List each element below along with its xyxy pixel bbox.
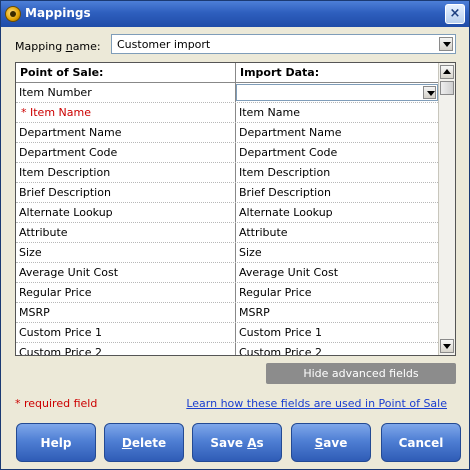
import-data-field[interactable]: Item Description — [236, 163, 440, 182]
column-header-point-of-sale: Point of Sale: — [16, 63, 236, 83]
point-of-sale-field: Alternate Lookup — [16, 203, 236, 222]
point-of-sale-field: MSRP — [16, 303, 236, 322]
point-of-sale-field: Size — [16, 243, 236, 262]
chevron-down-icon[interactable] — [439, 37, 453, 51]
point-of-sale-field: Department Name — [16, 123, 236, 142]
point-of-sale-field: Item Number — [16, 83, 236, 102]
save-button[interactable]: Save — [291, 423, 371, 462]
column-header-import-data: Import Data: — [236, 63, 440, 83]
table-row[interactable]: Custom Price 2 Custom Price 2 — [16, 343, 440, 355]
title-bar: Mappings × — [1, 1, 469, 27]
import-data-field[interactable]: Brief Description — [236, 183, 440, 202]
import-data-field[interactable]: Regular Price — [236, 283, 440, 302]
import-data-field[interactable]: Size — [236, 243, 440, 262]
table-row[interactable]: Custom Price 1 Custom Price 1 — [16, 323, 440, 343]
help-button[interactable]: Help — [16, 423, 96, 462]
import-data-field[interactable]: Attribute — [236, 223, 440, 242]
point-of-sale-field: Attribute — [16, 223, 236, 242]
point-of-sale-field: Average Unit Cost — [16, 263, 236, 282]
import-data-field[interactable]: Item Name — [236, 103, 440, 122]
point-of-sale-field: Custom Price 1 — [16, 323, 236, 342]
chevron-down-icon[interactable] — [423, 86, 436, 99]
cancel-button[interactable]: Cancel — [381, 423, 461, 462]
mapping-name-select[interactable]: Customer import — [111, 34, 456, 54]
table-row[interactable]: Item Number — [16, 83, 440, 103]
point-of-sale-field: Regular Price — [16, 283, 236, 302]
table-row[interactable]: Department Code Department Code — [16, 143, 440, 163]
table-row[interactable]: * Item Name Item Name — [16, 103, 440, 123]
delete-button[interactable]: Delete — [104, 423, 184, 462]
learn-more-link[interactable]: Learn how these fields are used in Point… — [186, 397, 447, 410]
window-title: Mappings — [25, 6, 91, 20]
table-row[interactable]: Size Size — [16, 243, 440, 263]
point-of-sale-field: Department Code — [16, 143, 236, 162]
table-row[interactable]: Department Name Department Name — [16, 123, 440, 143]
table-row[interactable]: Item Description Item Description — [16, 163, 440, 183]
close-button[interactable]: × — [445, 4, 465, 24]
import-data-field[interactable]: Custom Price 2 — [236, 343, 440, 355]
point-of-sale-field: Item Description — [16, 163, 236, 182]
mapping-name-label: Mapping name: — [15, 40, 101, 53]
app-icon — [5, 6, 21, 22]
import-data-select[interactable] — [236, 84, 438, 101]
table-row[interactable]: Brief Description Brief Description — [16, 183, 440, 203]
table-row[interactable]: Alternate Lookup Alternate Lookup — [16, 203, 440, 223]
grid-scrollbar[interactable] — [438, 63, 455, 355]
scroll-down-arrow-icon[interactable] — [440, 339, 454, 353]
import-data-field[interactable]: Average Unit Cost — [236, 263, 440, 282]
scroll-thumb[interactable] — [440, 81, 454, 95]
table-row[interactable]: MSRP MSRP — [16, 303, 440, 323]
mappings-dialog: Mappings × Mapping name: Customer import… — [0, 0, 470, 470]
import-data-field[interactable]: MSRP — [236, 303, 440, 322]
import-data-field[interactable]: Custom Price 1 — [236, 323, 440, 342]
point-of-sale-field: * Item Name — [16, 103, 236, 122]
point-of-sale-field: Brief Description — [16, 183, 236, 202]
table-row[interactable]: Attribute Attribute — [16, 223, 440, 243]
table-row[interactable]: Average Unit Cost Average Unit Cost — [16, 263, 440, 283]
scroll-up-arrow-icon[interactable] — [440, 65, 454, 79]
import-data-field[interactable] — [236, 83, 440, 102]
import-data-field[interactable]: Alternate Lookup — [236, 203, 440, 222]
import-data-field[interactable]: Department Code — [236, 143, 440, 162]
mapping-name-value: Customer import — [117, 38, 211, 51]
import-data-field[interactable]: Department Name — [236, 123, 440, 142]
required-field-note: * required field — [15, 397, 98, 410]
save-as-button[interactable]: Save As — [192, 423, 282, 462]
mapping-grid: Point of Sale: Import Data: Item Number *… — [15, 62, 456, 356]
table-row[interactable]: Regular Price Regular Price — [16, 283, 440, 303]
point-of-sale-field: Custom Price 2 — [16, 343, 236, 355]
hide-advanced-fields-button[interactable]: Hide advanced fields — [266, 363, 456, 384]
